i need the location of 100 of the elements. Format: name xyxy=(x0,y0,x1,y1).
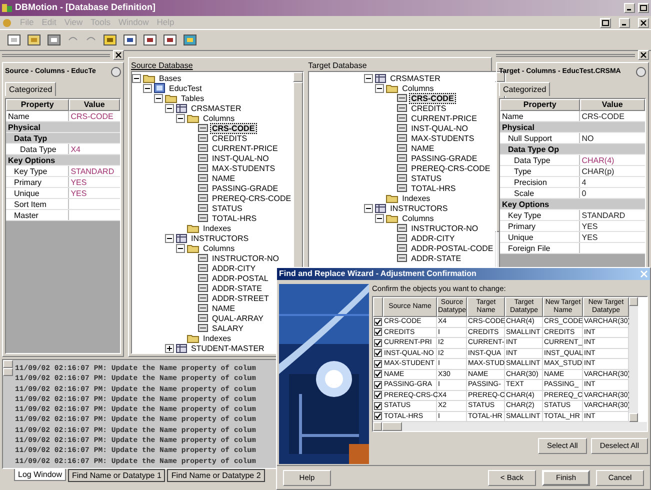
tree-item[interactable]: MAX-STUDENTS xyxy=(210,162,278,174)
tree-item[interactable]: CRS-CODE xyxy=(409,92,456,104)
collapse-icon[interactable] xyxy=(176,114,185,122)
property-name: Primary xyxy=(507,221,536,231)
minimize-button[interactable] xyxy=(619,18,630,28)
tree-item[interactable]: Indexes xyxy=(201,332,234,344)
checkbox[interactable] xyxy=(374,338,382,347)
tree-item[interactable]: TOTAL-HRS xyxy=(210,212,259,224)
tree-item[interactable]: STATUS xyxy=(210,202,244,214)
app-icon xyxy=(2,3,12,13)
tree-item[interactable]: TOTAL-HRS xyxy=(409,182,458,194)
log-tab[interactable]: Log Window xyxy=(14,469,66,481)
scrollbar[interactable] xyxy=(3,360,13,376)
tree-item[interactable]: PASSING-GRADE xyxy=(210,182,280,194)
property-value: CRS-CODE xyxy=(70,111,114,121)
tree-item[interactable]: CRS-CODE xyxy=(210,122,257,134)
checkbox[interactable] xyxy=(374,380,382,389)
tree-item[interactable]: STUDENT-MASTER xyxy=(189,342,266,353)
tree-item[interactable]: CURRENT-PRICE xyxy=(409,112,479,124)
column-header[interactable]: Property xyxy=(6,99,69,111)
checkbox[interactable] xyxy=(374,402,382,410)
collapse-icon[interactable] xyxy=(375,84,384,92)
column-header[interactable]: Property xyxy=(500,99,580,111)
checkbox[interactable] xyxy=(374,328,382,336)
tree-item[interactable]: Columns xyxy=(400,82,436,94)
tree-item[interactable]: SALARY xyxy=(210,322,246,334)
collapse-icon[interactable] xyxy=(364,204,374,212)
log-tab[interactable]: Find Name or Datatype 1 xyxy=(68,469,166,482)
dialog-title: Find and Replace Wizard - Adjustment Confirmation xyxy=(279,268,478,280)
tree-item[interactable]: NAME xyxy=(210,172,238,184)
tree-item[interactable]: ADDR-STREET xyxy=(210,292,271,304)
column-header[interactable]: Value xyxy=(580,99,645,111)
tree-item[interactable]: CREDITS xyxy=(210,132,250,144)
checkbox[interactable] xyxy=(374,349,382,358)
checkbox[interactable] xyxy=(374,370,382,378)
tree-item[interactable]: Columns xyxy=(201,112,237,124)
tree-item[interactable]: Indexes xyxy=(400,192,432,204)
tree-item[interactable]: INSTRUCTOR-NO xyxy=(409,222,480,234)
property-name: Unique xyxy=(507,232,534,242)
tree-item[interactable]: CRSMASTER xyxy=(388,72,442,84)
property-value: YES xyxy=(580,221,598,231)
collapse-icon[interactable] xyxy=(375,214,384,222)
close-button[interactable] xyxy=(638,18,649,28)
minimize-button[interactable] xyxy=(624,3,635,13)
tree-item[interactable]: CURRENT-PRICE xyxy=(210,142,280,154)
tree-item[interactable]: NAME xyxy=(210,302,238,314)
folder-icon xyxy=(187,334,199,342)
collapse-icon[interactable] xyxy=(132,74,141,82)
tree-item[interactable]: ADDR-CITY xyxy=(409,232,457,244)
close-button[interactable] xyxy=(638,50,649,60)
collapse-icon[interactable] xyxy=(165,104,174,112)
tree-item[interactable]: Bases xyxy=(157,72,184,84)
checkbox[interactable] xyxy=(374,318,382,326)
checkbox[interactable] xyxy=(374,412,382,420)
collapse-icon[interactable] xyxy=(176,244,185,252)
tree-item[interactable]: Columns xyxy=(400,212,436,224)
tree-item[interactable]: INST-QUAL-NO xyxy=(409,122,470,134)
tree-item[interactable]: Tables xyxy=(179,92,206,104)
maximize-button[interactable] xyxy=(638,3,649,13)
categorized-tab[interactable]: Categorized xyxy=(499,82,550,96)
collapse-icon[interactable] xyxy=(143,84,152,92)
tree-item[interactable]: CREDITS xyxy=(409,102,448,114)
tree-item[interactable]: ADDR-CITY xyxy=(210,262,258,274)
tree-item[interactable]: ADDR-POSTAL-CODE xyxy=(409,242,496,254)
tree-item[interactable]: INSTRUCTORS xyxy=(189,232,251,244)
vertical-scrollbar[interactable] xyxy=(629,297,638,422)
help-icon[interactable] xyxy=(636,67,646,77)
tree-item[interactable]: EducTest xyxy=(167,82,204,94)
log-tab[interactable]: Find Name or Datatype 2 xyxy=(167,469,265,482)
tree-item[interactable]: STATUS xyxy=(409,172,444,184)
tree-item[interactable]: INST-QUAL-NO xyxy=(210,152,271,164)
tree-item[interactable]: INSTRUCTOR-NO xyxy=(210,252,281,264)
panel-grip[interactable] xyxy=(2,54,110,56)
categorized-tab[interactable]: Categorized xyxy=(5,82,56,96)
collapse-icon[interactable] xyxy=(154,94,163,102)
tree-item[interactable]: QUAL-ARRAY xyxy=(210,312,266,324)
tree-item[interactable]: ADDR-STATE xyxy=(210,282,264,294)
restore-button[interactable] xyxy=(600,18,611,28)
property-value: CHAR(p) xyxy=(580,166,614,176)
collapse-icon[interactable] xyxy=(165,234,174,242)
checkbox[interactable] xyxy=(374,391,382,400)
tree-item[interactable]: Columns xyxy=(201,242,237,254)
tree-item[interactable]: PREREQ-CRS-CODE xyxy=(409,162,492,174)
tree-item[interactable]: PREREQ-CRS-CODE xyxy=(210,192,294,204)
panel-grip[interactable] xyxy=(496,54,635,56)
tree-item[interactable]: ADDR-POSTAL xyxy=(210,272,270,284)
tree-item[interactable]: PASSING-GRADE xyxy=(409,152,480,164)
close-button[interactable] xyxy=(113,50,124,60)
collapse-icon[interactable] xyxy=(364,74,374,82)
tree-item[interactable]: ADDR-STATE xyxy=(409,252,464,264)
tree-item[interactable]: NAME xyxy=(409,142,436,154)
tree-item[interactable]: CRSMASTER xyxy=(189,102,244,114)
column-header[interactable]: Value xyxy=(68,99,120,111)
tree-item[interactable]: Indexes xyxy=(201,222,234,234)
tree-item[interactable]: INSTRUCTORS xyxy=(388,202,450,214)
checkbox[interactable] xyxy=(374,360,382,368)
tree-item[interactable]: MAX-STUDENTS xyxy=(409,132,476,144)
help-icon[interactable] xyxy=(111,67,121,77)
horizontal-scrollbar[interactable] xyxy=(373,422,647,431)
expand-icon[interactable] xyxy=(165,344,174,352)
